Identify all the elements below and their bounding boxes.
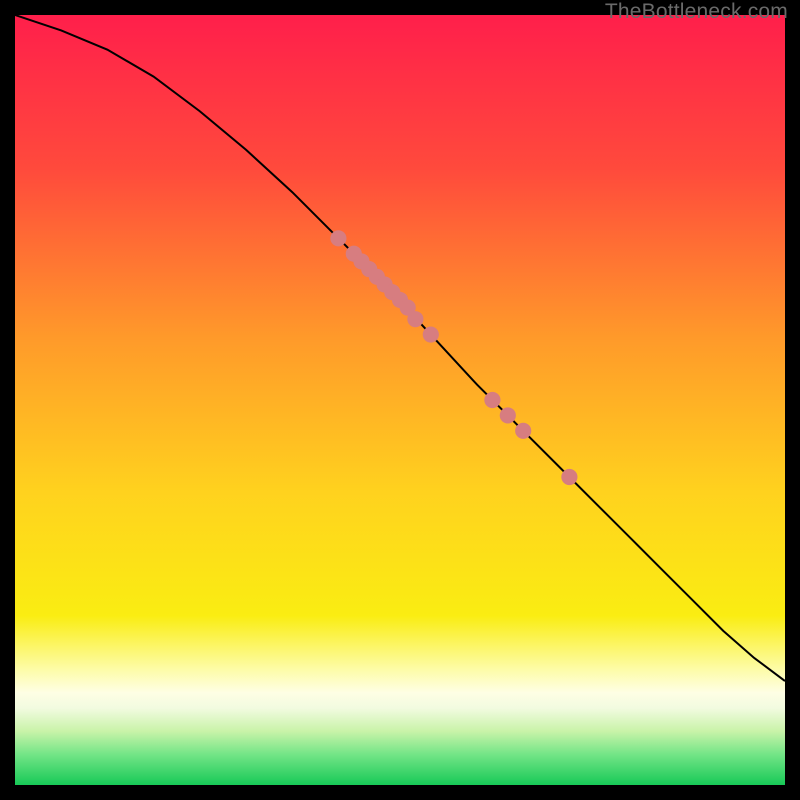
data-point	[407, 311, 423, 327]
data-point	[330, 230, 346, 246]
watermark-text: TheBottleneck.com	[605, 0, 788, 24]
plot-area	[15, 15, 785, 785]
data-point	[423, 326, 439, 342]
bottleneck-curve	[15, 15, 785, 681]
data-point	[515, 423, 531, 439]
curve-layer	[15, 15, 785, 785]
data-point	[484, 392, 500, 408]
chart-frame: TheBottleneck.com	[0, 0, 800, 800]
data-point	[561, 469, 577, 485]
data-point	[500, 407, 516, 423]
